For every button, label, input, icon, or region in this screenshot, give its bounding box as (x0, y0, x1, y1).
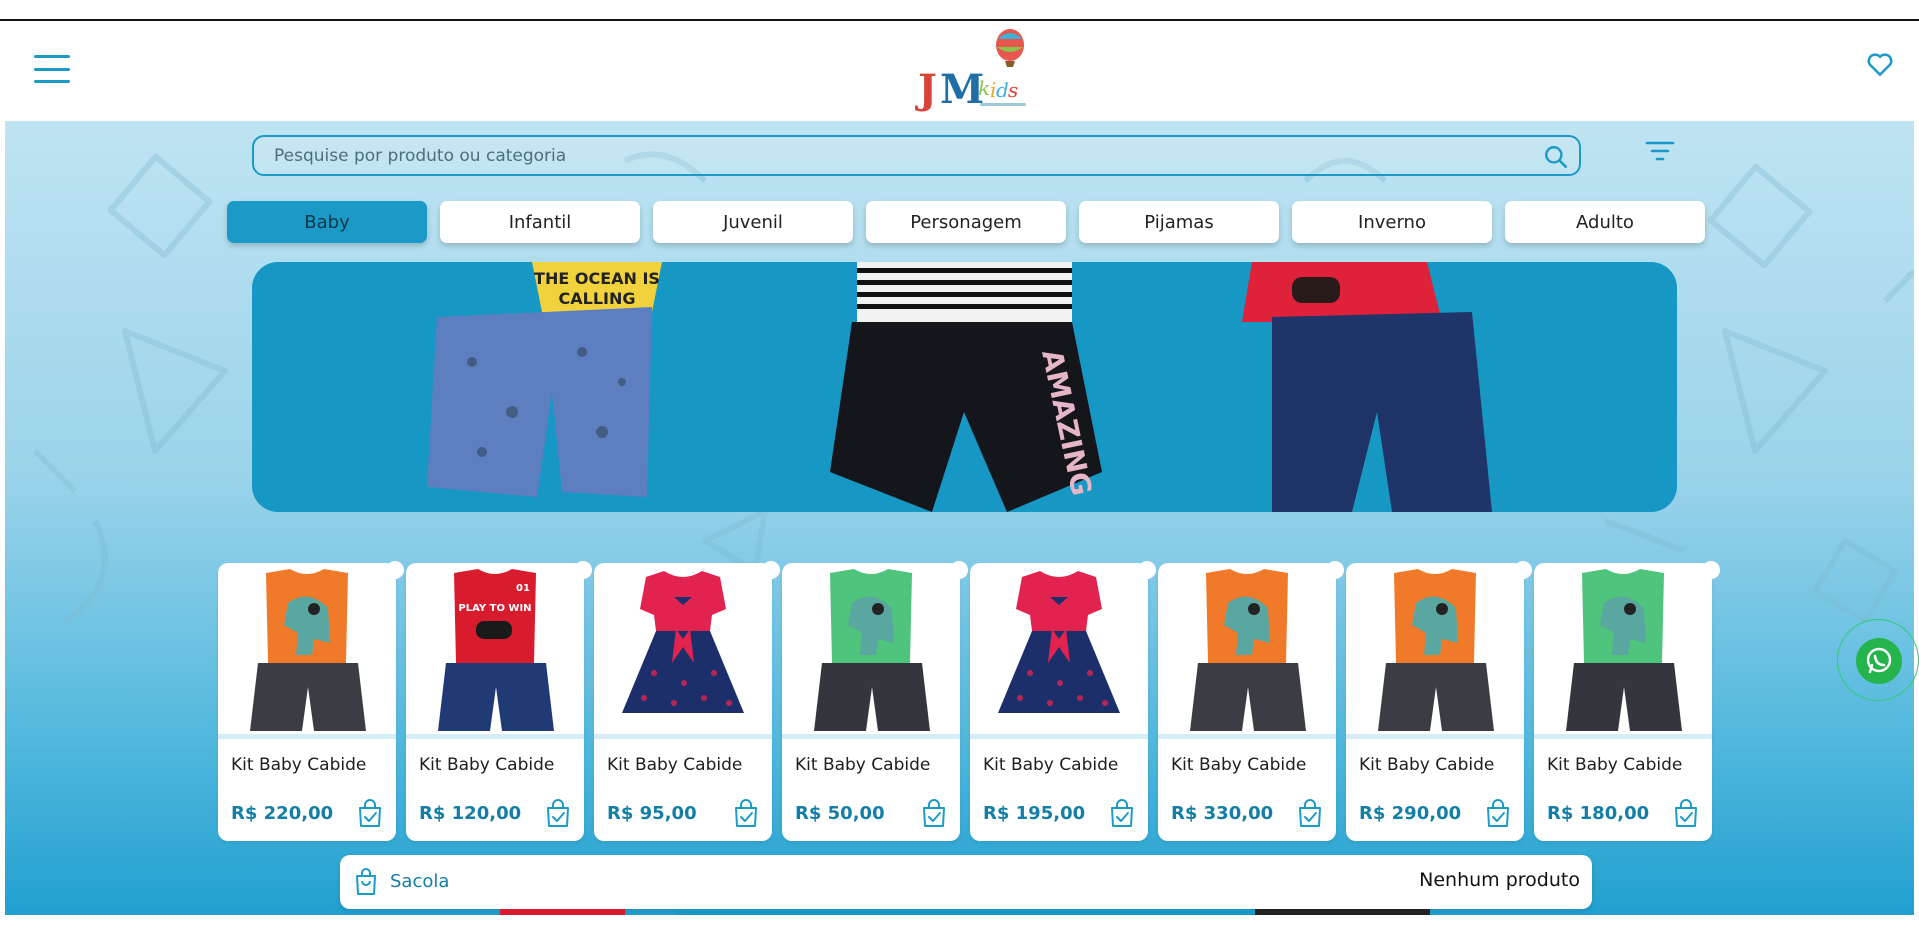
product-price: R$ 120,00 (419, 803, 522, 824)
whatsapp-button[interactable] (1837, 619, 1919, 701)
add-to-bag-icon[interactable] (356, 799, 384, 829)
product-price: R$ 195,00 (983, 803, 1086, 824)
banner-outfit-2: AMAZING (830, 262, 1102, 512)
jm-kids-logo[interactable]: J M k i d s (910, 25, 1040, 113)
product-image (1346, 563, 1524, 739)
tab-inverno[interactable]: Inverno (1292, 201, 1492, 243)
product-card[interactable]: Kit Baby Cabide R$ 50,00 (782, 561, 968, 841)
product-image (782, 563, 960, 739)
tab-personagem[interactable]: Personagem (866, 201, 1066, 243)
balloon-icon (996, 29, 1024, 67)
tab-pijamas[interactable]: Pijamas (1079, 201, 1279, 243)
product-title: Kit Baby Cabide (1359, 755, 1495, 775)
bag-status: Nenhum produto (1419, 869, 1580, 891)
peek-image-blue (675, 909, 1255, 915)
product-title: Kit Baby Cabide (231, 755, 367, 775)
product-image (218, 563, 396, 739)
product-image (594, 563, 772, 739)
add-to-bag-icon[interactable] (920, 799, 948, 829)
category-tabs: Baby Infantil Juvenil Personagem Pijamas… (227, 201, 1705, 243)
banner-outfit-1: THE OCEAN IS CALLING (427, 262, 662, 497)
product-card[interactable]: Kit Baby Cabide R$ 330,00 (1158, 561, 1344, 841)
svg-text:k: k (978, 76, 990, 100)
peek-image-stripes (1255, 909, 1430, 915)
product-image (970, 563, 1148, 739)
product-image (1534, 563, 1712, 739)
product-title: Kit Baby Cabide (419, 755, 555, 775)
tab-adulto[interactable]: Adulto (1505, 201, 1705, 243)
search-bar (252, 135, 1581, 176)
add-to-bag-icon[interactable] (1108, 799, 1136, 829)
product-price: R$ 330,00 (1171, 803, 1274, 824)
banner-image: THE OCEAN IS CALLING AMAZING (427, 262, 1492, 512)
tab-baby[interactable]: Baby (227, 201, 427, 243)
svg-text:s: s (1008, 78, 1018, 102)
tab-infantil[interactable]: Infantil (440, 201, 640, 243)
product-price: R$ 290,00 (1359, 803, 1462, 824)
add-to-bag-icon[interactable] (1484, 799, 1512, 829)
svg-text:J: J (915, 66, 937, 113)
tab-juvenil[interactable]: Juvenil (653, 201, 853, 243)
product-card[interactable]: Kit Baby Cabide R$ 95,00 (594, 561, 780, 841)
svg-text:d: d (996, 78, 1009, 102)
add-to-bag-icon[interactable] (732, 799, 760, 829)
product-title: Kit Baby Cabide (1171, 755, 1307, 775)
svg-text:THE OCEAN IS: THE OCEAN IS (534, 269, 660, 288)
add-to-bag-icon[interactable] (1296, 799, 1324, 829)
product-card[interactable]: PLAY TO WIN 01 Kit Baby Cabide R$ 120,00 (406, 561, 592, 841)
menu-icon-bar (34, 80, 70, 83)
promo-banner[interactable]: THE OCEAN IS CALLING AMAZING (252, 262, 1677, 512)
product-price: R$ 180,00 (1547, 803, 1650, 824)
filter-icon[interactable] (1645, 138, 1675, 164)
product-title: Kit Baby Cabide (795, 755, 931, 775)
product-card[interactable]: Kit Baby Cabide R$ 180,00 (1534, 561, 1720, 841)
product-title: Kit Baby Cabide (607, 755, 743, 775)
bag-icon (356, 868, 376, 895)
product-image: PLAY TO WIN 01 (406, 563, 584, 739)
whatsapp-icon (1856, 638, 1902, 684)
svg-text:CALLING: CALLING (559, 289, 636, 308)
svg-text:PLAY TO WIN: PLAY TO WIN (458, 603, 531, 614)
menu-icon-bar (34, 67, 70, 71)
product-card[interactable]: Kit Baby Cabide R$ 290,00 (1346, 561, 1532, 841)
product-title: Kit Baby Cabide (983, 755, 1119, 775)
product-price: R$ 50,00 (795, 803, 885, 824)
product-card[interactable]: Kit Baby Cabide R$ 220,00 (218, 561, 404, 841)
site-header: J M k i d s (0, 21, 1919, 121)
product-card[interactable]: Kit Baby Cabide R$ 195,00 (970, 561, 1156, 841)
bag-label: Sacola (390, 871, 450, 892)
add-to-bag-icon[interactable] (544, 799, 572, 829)
product-price: R$ 95,00 (607, 803, 697, 824)
shopping-bag-bar[interactable]: Sacola Nenhum produto (340, 855, 1592, 909)
add-to-bag-icon[interactable] (1672, 799, 1700, 829)
menu-icon-bar (34, 55, 70, 58)
menu-button[interactable] (34, 55, 70, 83)
search-icon[interactable] (1543, 144, 1569, 170)
product-list: Kit Baby Cabide R$ 220,00 PLAY TO WIN 01 … (218, 561, 1720, 841)
search-input[interactable] (274, 145, 1529, 166)
banner-outfit-3 (1242, 262, 1492, 512)
peek-image-red (500, 909, 625, 915)
product-image (1158, 563, 1336, 739)
svg-text:01: 01 (516, 583, 530, 594)
product-price: R$ 220,00 (231, 803, 334, 824)
favorites-heart-icon[interactable] (1865, 49, 1895, 79)
product-title: Kit Baby Cabide (1547, 755, 1683, 775)
